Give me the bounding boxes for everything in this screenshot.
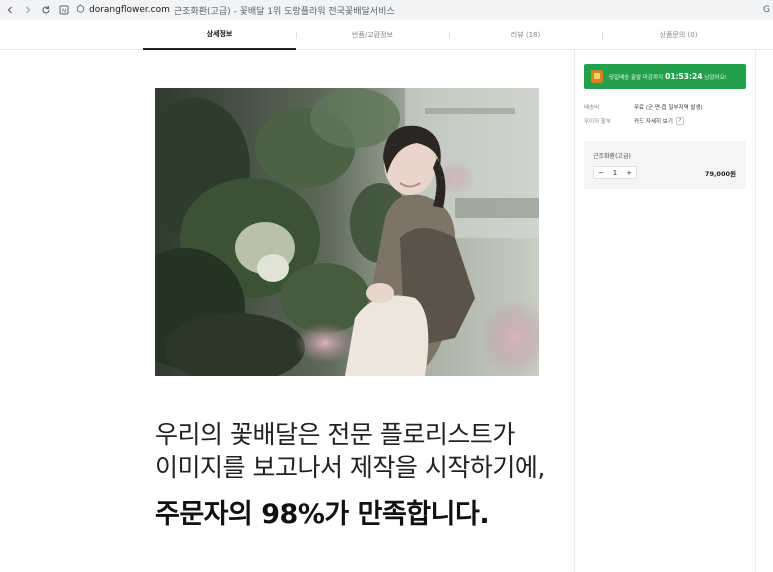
option-name: 근조화환(고급) [593,153,631,160]
countdown-timer: 01:53:24 [665,72,703,81]
page-title: 근조화환(고급) - 꽃배달 1위 도랑플라워 전국꽃배달서비스 [173,6,395,17]
installment-row: 무이자 할부 카드 자세히 보기 ? [584,117,684,125]
promo-line-1: 우리의 꽃배달은 전문 플로리스트가 [155,420,515,449]
decrease-button[interactable]: − [594,169,608,177]
increase-button[interactable]: + [622,169,636,177]
shipping-label: 배송비 [584,105,600,111]
product-tabs: 상세정보 반품/교환정보 리뷰 (18) 상품문의 (0) [0,20,773,50]
svg-text:N: N [62,8,66,14]
info-icon[interactable] [76,4,85,16]
tab-return-exchange[interactable]: 반품/교환정보 [296,20,449,50]
quantity-value[interactable]: 1 [608,169,622,177]
quantity-stepper: − 1 + [593,166,637,179]
tab-product-qna[interactable]: 상품문의 (0) [602,20,755,50]
selected-option: 근조화환(고급) − 1 + 79,000원 [584,141,746,189]
installment-label: 무이자 할부 [584,119,612,125]
promo-copy: 우리의 꽃배달은 전문 플로리스트가 이미지를 보고나서 제작을 시작하기에, … [155,418,575,532]
banner-suffix: 남았어요! [704,74,727,81]
back-icon[interactable] [2,2,18,18]
reload-icon[interactable] [38,2,54,18]
shipping-value: 무료 (군·면·읍 일부지역 발생) [634,105,703,111]
profile-icon[interactable]: G [763,5,773,15]
help-icon[interactable]: ? [675,117,684,125]
florist-photo [155,88,539,376]
shipping-row: 배송비 무료 (군·면·읍 일부지역 발생) [584,103,703,111]
delivery-icon [591,70,603,83]
option-price: 79,000원 [704,170,736,178]
address-bar[interactable]: dorangflower.com 근조화환(고급) - 꽃배달 1위 도랑플라워… [76,1,763,19]
promo-line-2: 이미지를 보고나서 제작을 시작하기에, [155,453,545,482]
same-day-delivery-banner: 당일배송 출발 마감까지 01:53:24 남았어요! [584,64,746,89]
installment-link[interactable]: 카드 자세히 보기 [634,117,673,125]
forward-icon[interactable] [20,2,36,18]
banner-prefix: 당일배송 출발 마감까지 [609,74,664,81]
url-domain: dorangflower.com [89,5,170,15]
content-divider [755,50,756,572]
promo-headline: 주문자의 98%가 만족합니다. [155,499,490,530]
tab-search-icon[interactable]: N [56,2,72,18]
tab-detail-info[interactable]: 상세정보 [143,20,296,50]
tab-reviews[interactable]: 리뷰 (18) [449,20,602,50]
browser-toolbar: N dorangflower.com 근조화환(고급) - 꽃배달 1위 도랑플… [0,0,773,20]
